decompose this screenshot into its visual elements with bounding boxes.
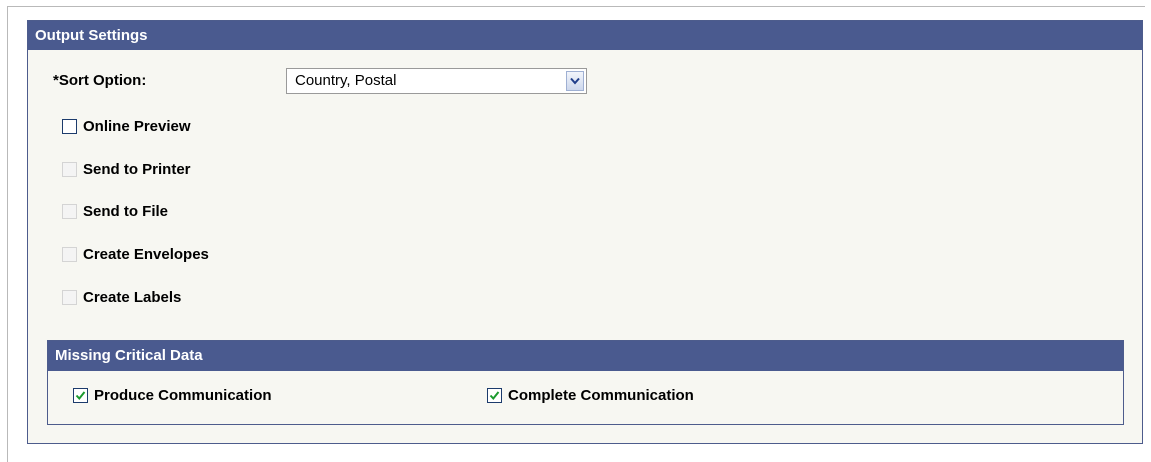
produce-communication-checkbox[interactable] [73,387,88,403]
create-labels-checkbox [62,289,77,305]
send-to-printer-label: Send to Printer [83,160,191,178]
sort-option-label: *Sort Option: [53,72,146,89]
missing-critical-data-header: Missing Critical Data [48,341,1123,371]
sort-option-dropdown[interactable]: Country, Postal [286,68,587,94]
send-to-file-row: Send to File [62,201,168,221]
send-to-file-checkbox [62,203,77,219]
complete-communication-checkbox[interactable] [487,387,502,403]
online-preview-row[interactable]: Online Preview [62,116,191,136]
create-labels-label: Create Labels [83,288,182,306]
create-envelopes-label: Create Envelopes [83,245,209,263]
online-preview-label: Online Preview [83,117,191,135]
checkmark-icon [489,390,500,400]
produce-communication-row[interactable]: Produce Communication [73,385,272,405]
complete-communication-label: Complete Communication [508,386,694,404]
create-envelopes-row: Create Envelopes [62,244,209,264]
output-settings-header: Output Settings [28,21,1142,50]
send-to-printer-row: Send to Printer [62,159,191,179]
dropdown-arrow-button[interactable] [566,71,584,91]
sort-option-label-text: Sort Option: [58,72,147,89]
missing-critical-data-group: Missing Critical Data Produce Communicat… [47,340,1124,425]
checkmark-icon [75,390,86,400]
sort-option-value: Country, Postal [295,72,397,89]
output-settings-group: Output Settings *Sort Option: Country, P… [27,20,1143,444]
online-preview-checkbox[interactable] [62,118,77,134]
create-labels-row: Create Labels [62,287,181,307]
send-to-file-label: Send to File [83,202,169,220]
create-envelopes-checkbox [62,246,77,262]
complete-communication-row[interactable]: Complete Communication [487,385,694,405]
chevron-down-icon [570,77,580,85]
send-to-printer-checkbox [62,161,77,177]
produce-communication-label: Produce Communication [94,386,272,404]
